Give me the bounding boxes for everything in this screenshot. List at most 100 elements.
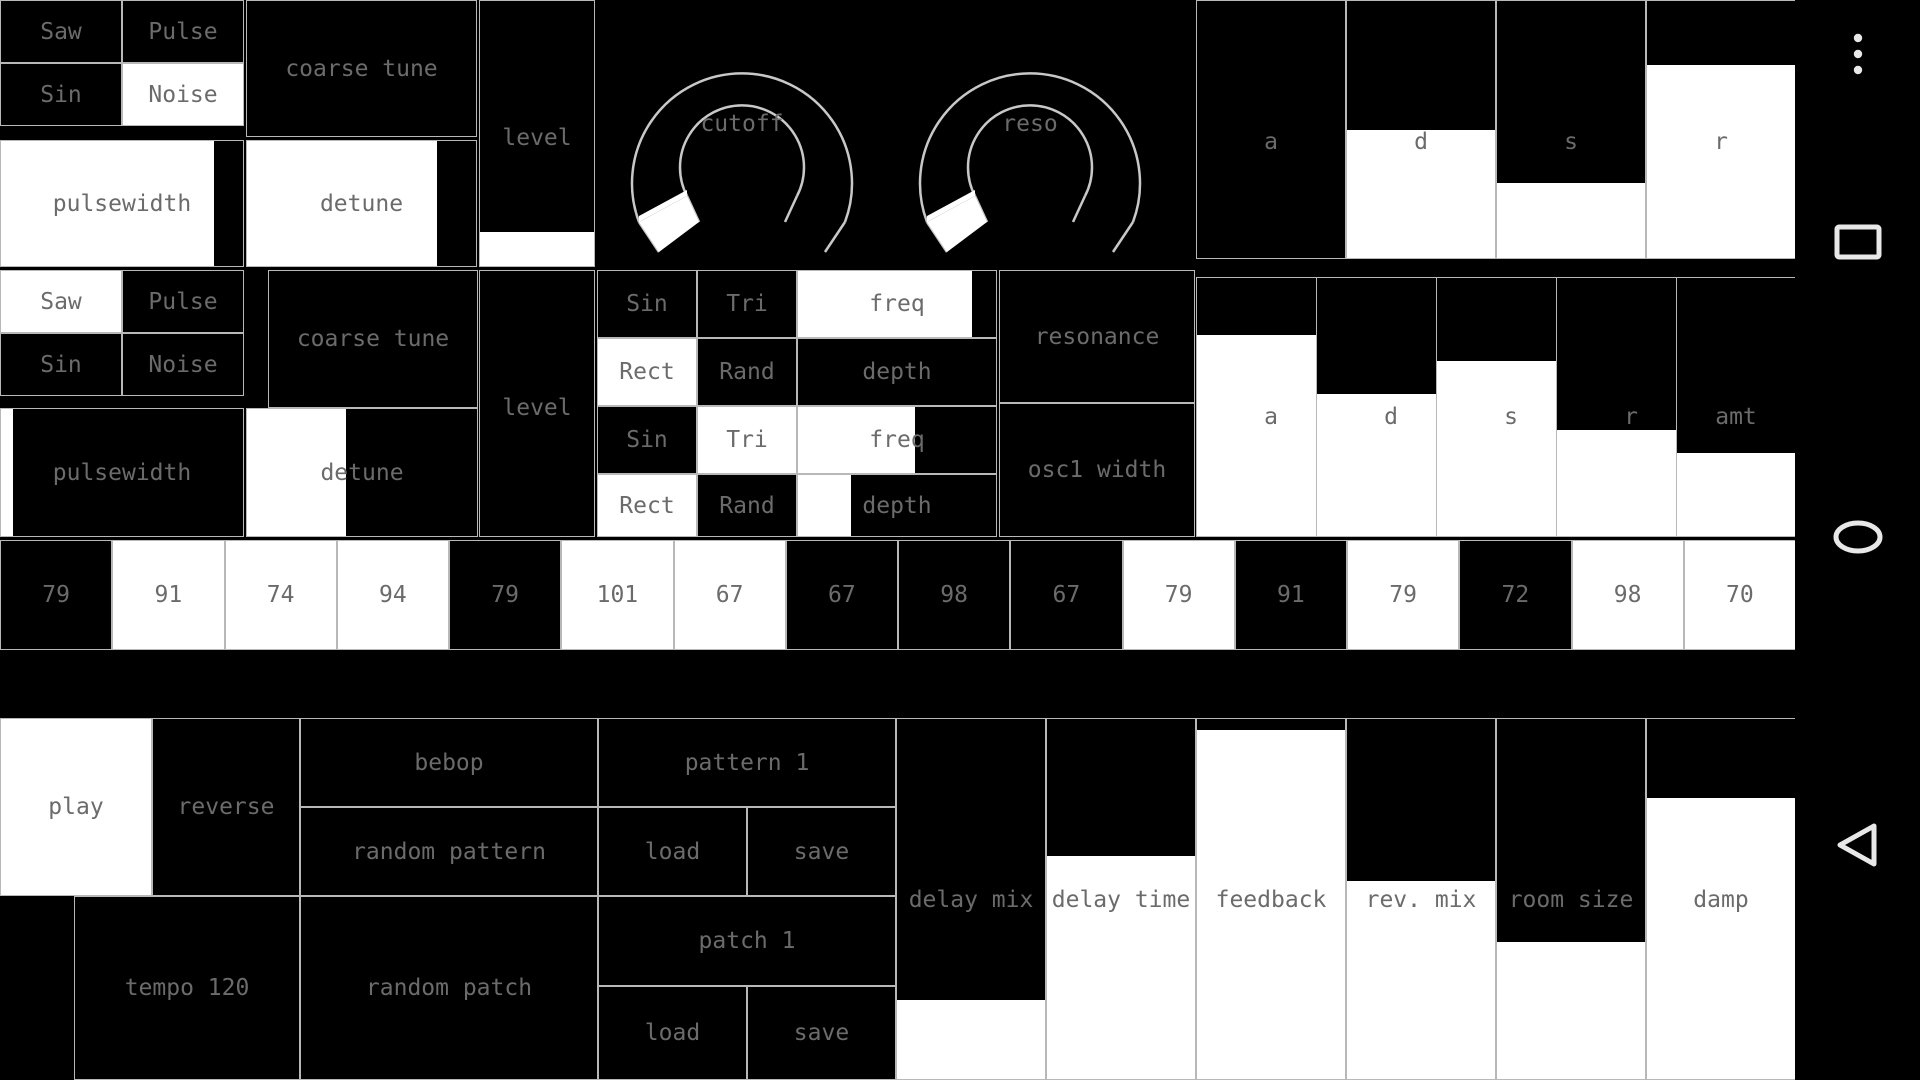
sequencer-step[interactable]: 67 [785,540,898,650]
lfo1-freq-slider[interactable]: freq [797,270,997,338]
sequencer-step[interactable]: 101 [561,540,674,650]
patch-slot-label[interactable]: patch 1 [598,896,896,986]
filter-env-amt-slider[interactable]: amt [1676,277,1796,537]
osc1-level-slider[interactable]: level [479,0,595,267]
lfo1-depth-slider[interactable]: depth [797,338,997,406]
lfo1-shape-rand-label: Rand [719,359,775,385]
lfo1-shape-sin-label: Sin [626,291,668,317]
sequencer-step[interactable]: 79 [1347,540,1460,650]
lfo1-shape-rand[interactable]: Rand [697,338,797,406]
filter-reso-knob[interactable]: reso [885,0,1175,267]
osc1-wave-sin[interactable]: Sin [0,63,122,126]
osc1-wave-pulse-label: Pulse [148,18,218,45]
fx-slider-fill [1497,942,1645,1079]
lfo2-shape-rect[interactable]: Rect [597,474,697,537]
fx-rev-mix-slider[interactable]: rev. mix [1346,718,1496,1080]
sequencer-step-value: 98 [1613,582,1642,608]
fx-delay-mix-slider[interactable]: delay mix [896,718,1046,1080]
sequencer-step[interactable]: 67 [673,540,786,650]
patch-load-button[interactable]: load [598,986,747,1080]
osc2-wave-noise[interactable]: Noise [122,333,244,396]
osc2-level-label: level [502,395,572,421]
osc2-wave-saw[interactable]: Saw [0,270,122,333]
fx-slider-fill [1197,729,1345,1079]
overflow-menu-icon[interactable] [1851,32,1865,80]
lfo1-shape-tri[interactable]: Tri [697,270,797,338]
osc1-wave-saw-label: Saw [40,18,82,45]
osc1-width-slider[interactable]: osc1 width [999,403,1195,537]
osc1-wave-noise-label: Noise [148,81,218,108]
pattern-slot-text: pattern 1 [684,749,810,776]
lfo2-shape-tri[interactable]: Tri [697,406,797,474]
fx-delay-time-slider[interactable]: delay time [1046,718,1196,1080]
fx-feedback-slider[interactable]: feedback [1196,718,1346,1080]
pattern-name-button[interactable]: bebop [300,718,598,807]
lfo2-freq-slider[interactable]: freq [797,406,997,474]
osc2-level-slider[interactable]: level [479,270,595,537]
sequencer-step[interactable]: 98 [1571,540,1684,650]
sequencer-step[interactable]: 74 [224,540,337,650]
lfo1-shape-tri-label: Tri [726,291,768,317]
lfo2-shape-sin-label: Sin [626,427,668,453]
osc2-wave-saw-label: Saw [40,288,82,315]
lfo2-shape-rand[interactable]: Rand [697,474,797,537]
osc2-wave-sin[interactable]: Sin [0,333,122,396]
lfo2-depth-fill [798,475,852,536]
osc1-pulsewidth-fill [1,141,214,266]
sequencer-step[interactable]: 70 [1683,540,1796,650]
osc1-pulsewidth-slider[interactable]: pulsewidth [0,140,244,267]
reverse-button-label: reverse [177,794,275,820]
amp-env-s-slider[interactable]: s [1496,0,1646,259]
osc2-wave-pulse[interactable]: Pulse [122,270,244,333]
lfo1-freq-fill [798,271,973,337]
play-button[interactable]: play [0,718,152,896]
osc2-pulsewidth-slider[interactable]: pulsewidth [0,408,244,537]
filter-resonance-slider[interactable]: resonance [999,270,1195,403]
lfo2-shape-rect-label: Rect [619,492,675,519]
osc1-detune-slider[interactable]: detune [246,140,477,267]
sequencer-step[interactable]: 67 [1010,540,1123,650]
amp-env-r-slider[interactable]: r [1646,0,1796,259]
random-pattern-button[interactable]: random pattern [300,807,598,896]
osc2-coarse-tune-slider[interactable]: coarse tune [268,270,478,408]
tempo-button[interactable]: tempo 120 [74,896,300,1080]
osc1-coarse-tune-slider[interactable]: coarse tune [246,0,477,137]
sequencer-step[interactable]: 79 [449,540,562,650]
osc1-wave-saw[interactable]: Saw [0,0,122,63]
patch-save-button[interactable]: save [747,986,896,1080]
sequencer-step[interactable]: 91 [112,540,225,650]
home-circle-icon[interactable] [1832,518,1884,560]
osc2-detune-slider[interactable]: detune [246,408,478,537]
recents-square-icon[interactable] [1834,222,1882,266]
amp-env-d-slider[interactable]: d [1346,0,1496,259]
sequencer-step[interactable]: 72 [1459,540,1572,650]
sequencer-step-value: 91 [1277,582,1305,608]
filter-cutoff-knob[interactable]: cutoff [597,0,887,267]
random-patch-button[interactable]: random patch [300,896,598,1080]
sequencer-step-value: 79 [42,582,70,608]
filter-reso-knob-gauge [918,72,1142,253]
back-triangle-icon[interactable] [1832,820,1884,874]
sequencer-step-value: 67 [1052,582,1081,608]
osc1-wave-noise[interactable]: Noise [122,63,244,126]
pattern-load-button[interactable]: load [598,807,747,896]
fx-slider-label: delay mix [908,887,1034,913]
reverse-button[interactable]: reverse [152,718,300,896]
sequencer-step[interactable]: 79 [1122,540,1235,650]
osc1-wave-pulse[interactable]: Pulse [122,0,244,63]
sequencer-step[interactable]: 91 [1234,540,1347,650]
amp-env-a-slider[interactable]: a [1196,0,1346,259]
lfo1-shape-rect[interactable]: Rect [597,338,697,406]
pattern-save-button[interactable]: save [747,807,896,896]
patch-load-label: load [644,1020,701,1046]
sequencer-step[interactable]: 79 [0,540,113,650]
sequencer-step[interactable]: 98 [898,540,1011,650]
fx-damp-slider[interactable]: damp [1646,718,1796,1080]
fx-slider-fill [897,999,1045,1079]
lfo1-shape-sin[interactable]: Sin [597,270,697,338]
lfo2-shape-sin[interactable]: Sin [597,406,697,474]
fx-room-size-slider[interactable]: room size [1496,718,1646,1080]
pattern-slot-label[interactable]: pattern 1 [598,718,896,807]
sequencer-step[interactable]: 94 [336,540,449,650]
lfo2-depth-slider[interactable]: depth [797,474,997,537]
